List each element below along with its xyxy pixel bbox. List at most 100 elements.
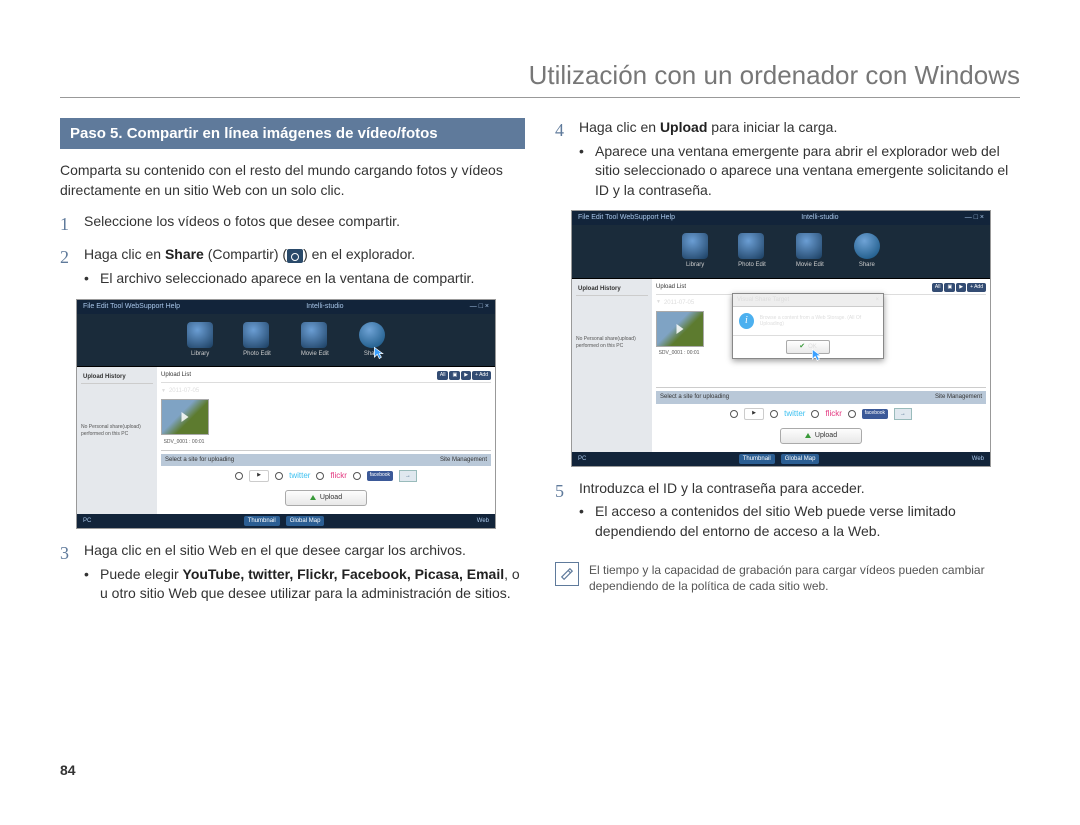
upload-label: Upload: [320, 493, 342, 503]
share-icon: [287, 249, 303, 263]
pointer-cursor-icon: [373, 346, 387, 360]
flickr-logo: flickr: [825, 408, 841, 419]
site-mgmt: Site Management: [935, 393, 982, 401]
footer-map: Global Map: [781, 454, 820, 464]
tab-share: Share: [854, 261, 880, 269]
s3b-bold: YouTube, twitter, Flickr, Facebook, Pica…: [183, 566, 505, 582]
step-number-3: 3: [60, 541, 74, 604]
facebook-logo: facebook: [367, 471, 393, 481]
movie-edit-icon: [301, 322, 327, 348]
share-globe-icon: [359, 322, 385, 348]
filter-all: All: [437, 371, 449, 380]
s2-pre: Haga clic en: [84, 246, 165, 262]
app-main: Upload List All ▣ ▶ + Add 2011-07-05: [652, 279, 990, 452]
youtube-logo-icon: ▶: [249, 470, 269, 482]
step-5-text: Introduzca el ID y la contraseña para ac…: [579, 479, 1020, 542]
upload-button: Upload: [285, 490, 367, 506]
s4-pre: Haga clic en: [579, 119, 660, 135]
upload-list-label: Upload List: [656, 283, 686, 292]
youtube-logo-icon: ▶: [744, 408, 764, 420]
bullet-dot: •: [579, 502, 587, 541]
footer-thumb: Thumbnail: [244, 516, 280, 526]
step-number-5: 5: [555, 479, 569, 542]
filter-photo: ▣: [449, 371, 460, 380]
step-number-4: 4: [555, 118, 569, 200]
s4-bold: Upload: [660, 119, 707, 135]
clip-label: SDV_0001 : 00:01: [656, 350, 702, 357]
app-brand: Intelli-studio: [306, 302, 343, 312]
app-window: File Edit Tool WebSupport Help Intelli-s…: [571, 210, 991, 466]
app-window: File Edit Tool WebSupport Help Intelli-s…: [76, 299, 496, 529]
s3-text: Haga clic en el sitio Web en el que dese…: [84, 542, 466, 558]
footer-map: Global Map: [286, 516, 325, 526]
header-title: Utilización con un ordenador con Windows: [529, 60, 1020, 90]
filter-all: All: [932, 283, 944, 292]
app-topbar: File Edit Tool WebSupport Help Intelli-s…: [572, 211, 990, 225]
pencil-note-icon: [555, 562, 579, 586]
s5-bullet: El acceso a contenidos del sitio Web pue…: [595, 502, 1020, 541]
sidebar-note: No Personal share(upload) performed on t…: [576, 336, 648, 350]
add-button: + Add: [967, 283, 986, 292]
page-number: 84: [60, 762, 1020, 778]
more-sites-icon: →: [894, 408, 912, 420]
bullet-dot: •: [579, 142, 587, 201]
step-number-1: 1: [60, 212, 74, 237]
app-screenshot-1: File Edit Tool WebSupport Help Intelli-s…: [76, 299, 496, 529]
more-sites-icon: →: [399, 470, 417, 482]
s2-post: ) en el explorador.: [303, 246, 415, 262]
tab-photo: Photo Edit: [738, 261, 766, 269]
step-3-text: Haga clic en el sitio Web en el que dese…: [84, 541, 525, 604]
footer-web: Web: [972, 455, 984, 463]
app-main: Upload List All ▣ ▶ + Add 2011-07-05: [157, 367, 495, 514]
info-icon: i: [739, 313, 754, 329]
window-controls: — □ ×: [470, 302, 489, 312]
app-toolbar: Library Photo Edit Movie Edit Share: [77, 314, 495, 367]
site-mgmt: Site Management: [440, 456, 487, 464]
s2-bullet: El archivo seleccionado aparece en la ve…: [100, 269, 474, 289]
site-row: ▶ twitter flickr facebook →: [161, 466, 491, 486]
photo-edit-icon: [243, 322, 269, 348]
flickr-logo: flickr: [330, 470, 346, 481]
note-box: El tiempo y la capacidad de grabación pa…: [555, 562, 1020, 596]
dialog-message: Browse a content from a Web Storage. (Al…: [760, 315, 877, 328]
site-row: ▶ twitter flickr facebook →: [656, 404, 986, 424]
s2-bold: Share: [165, 246, 204, 262]
app-screenshot-2: File Edit Tool WebSupport Help Intelli-s…: [571, 210, 991, 466]
step-header: Paso 5. Compartir en línea imágenes de v…: [60, 118, 525, 149]
s5-text: Introduzca el ID y la contraseña para ac…: [579, 480, 865, 496]
app-brand: Intelli-studio: [801, 213, 838, 223]
radio-icon: [353, 472, 361, 480]
bullet-dot: •: [84, 565, 92, 604]
share-globe-icon: [854, 233, 880, 259]
video-thumb: [656, 311, 704, 347]
step-1-text: Seleccione los vídeos o fotos que desee …: [84, 212, 525, 237]
radio-icon: [316, 472, 324, 480]
radio-icon: [275, 472, 283, 480]
upload-label: Upload: [815, 431, 837, 441]
popup-dialog: Visual Share Target × i Browse a content…: [732, 293, 884, 359]
upload-caption: Select a site for uploading: [660, 393, 729, 401]
tab-photo: Photo Edit: [243, 350, 271, 358]
video-thumb: [161, 399, 209, 435]
library-icon: [682, 233, 708, 259]
upload-caption: Select a site for uploading: [165, 456, 234, 464]
tab-movie: Movie Edit: [301, 350, 329, 358]
add-button: + Add: [472, 371, 491, 380]
facebook-logo: facebook: [862, 409, 888, 419]
radio-icon: [848, 410, 856, 418]
photo-edit-icon: [738, 233, 764, 259]
tab-library: Library: [187, 350, 213, 358]
filter-video: ▶: [956, 283, 966, 292]
s3b-pre: Puede elegir: [100, 566, 183, 582]
footer-pc: PC: [83, 517, 91, 525]
footer-web: Web: [477, 517, 489, 525]
bullet-dot: •: [84, 269, 92, 289]
library-icon: [187, 322, 213, 348]
sidebar-history: Upload History: [576, 283, 648, 296]
app-footer: PC Thumbnail Global Map Web: [77, 514, 495, 528]
tab-library: Library: [682, 261, 708, 269]
upload-list-label: Upload List: [161, 371, 191, 380]
app-sidebar: Upload History No Personal share(upload)…: [77, 367, 157, 514]
s2-mid: (Compartir) (: [204, 246, 287, 262]
clip-label: SDV_0001 : 00:01: [161, 439, 207, 446]
